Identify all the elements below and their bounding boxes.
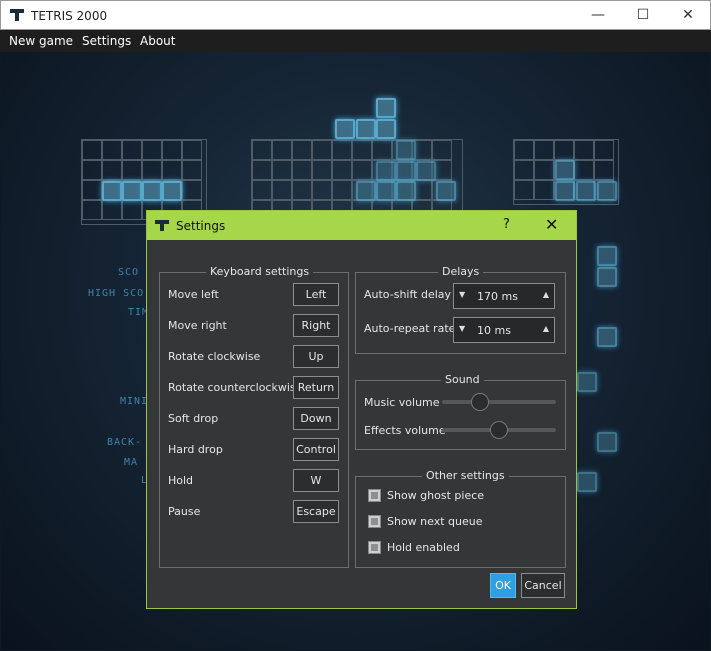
sound-title: Sound [441,373,484,386]
ok-button[interactable]: OK [490,573,516,598]
menu-new-game[interactable]: New game [9,34,73,48]
next-piece-block [597,181,617,201]
next-piece-block [597,432,617,452]
decrement-icon[interactable]: ▼ [459,290,465,299]
ghost-block [416,161,436,181]
move-right-key-button[interactable]: Right [293,314,339,337]
hold-piece-block [122,181,142,201]
hud-back-label: BACK- [107,437,143,448]
hold-piece-block [162,181,182,201]
move-left-label: Move left [168,288,219,301]
rotate-counterclockwise-label: Rotate counterclockwise [168,381,303,394]
keyboard-settings-title: Keyboard settings [206,265,314,278]
next-piece-block [555,160,575,180]
hud-mini-label: MINI [120,396,149,407]
close-dialog-button[interactable]: ✕ [545,215,558,234]
rotate-clockwise-key-button[interactable]: Up [293,345,339,368]
hold-enabled-label[interactable]: Hold enabled [387,541,460,554]
keyboard-settings-group: Keyboard settings Move left Left Move ri… [159,265,349,568]
menu-bar: New game Settings About [0,30,711,52]
falling-piece-block [376,98,396,118]
ghost-block [396,161,416,181]
auto-repeat-rate-value: 10 ms [477,324,511,337]
hold-key-button[interactable]: W [293,469,339,492]
falling-piece-block [376,119,396,139]
auto-shift-delay-spinbox[interactable]: ▼ 170 ms ▲ [453,283,555,309]
hard-drop-label: Hard drop [168,443,223,456]
stack-block [396,181,416,201]
hold-enabled-checkbox[interactable] [368,541,381,554]
ghost-block [396,140,416,160]
show-next-queue-checkbox[interactable] [368,515,381,528]
dialog-title: Settings [176,219,226,233]
pause-key-button[interactable]: Escape [293,500,339,523]
stack-block [356,181,376,201]
soft-drop-label: Soft drop [168,412,219,425]
settings-dialog: Settings ? ✕ Keyboard settings Move left… [146,210,577,609]
close-window-button[interactable]: ✕ [665,1,711,30]
decrement-icon[interactable]: ▼ [459,324,465,333]
menu-about[interactable]: About [140,34,175,48]
effects-volume-slider[interactable] [490,421,508,439]
move-right-label: Move right [168,319,227,332]
help-button[interactable]: ? [503,217,510,232]
auto-repeat-rate-spinbox[interactable]: ▼ 10 ms ▲ [453,317,555,343]
auto-shift-delay-value: 170 ms [477,290,518,303]
increment-icon[interactable]: ▲ [543,290,549,299]
next-piece-block [577,472,597,492]
increment-icon[interactable]: ▲ [543,324,549,333]
effects-volume-label: Effects volume [364,424,446,437]
minimize-button[interactable]: — [575,1,621,30]
tetris-app-icon [155,220,169,231]
hud-score-label: SCO [118,267,140,278]
tetris-app-icon [10,9,24,21]
hud-max-label: MA [124,457,139,468]
auto-shift-delay-label: Auto-shift delay [364,288,452,301]
delays-title: Delays [438,265,484,278]
other-settings-title: Other settings [422,469,509,482]
other-settings-group: Other settings Show ghost piece Show nex… [355,469,566,568]
show-next-queue-label[interactable]: Show next queue [387,515,483,528]
sound-group: Sound Music volume Effects volume [355,373,566,450]
pause-label: Pause [168,505,201,518]
next-piece-block [597,327,617,347]
auto-repeat-rate-label: Auto-repeat rate [364,322,456,335]
hard-drop-key-button[interactable]: Control [293,438,339,461]
show-ghost-piece-label[interactable]: Show ghost piece [387,489,484,502]
music-volume-slider[interactable] [470,393,489,411]
show-ghost-piece-checkbox[interactable] [368,489,381,502]
hold-piece-block [102,181,122,201]
next-piece-block [597,267,617,287]
window-title: TETRIS 2000 [31,9,108,23]
rotate-counterclockwise-key-button[interactable]: Return [293,376,339,399]
cancel-button[interactable]: Cancel [521,573,565,598]
ghost-block [376,161,396,181]
next-piece-block [555,181,575,201]
falling-piece-block [356,119,376,139]
move-left-key-button[interactable]: Left [293,283,339,306]
music-volume-label: Music volume [364,396,440,409]
window-title-bar: TETRIS 2000 — ☐ ✕ [0,0,711,30]
rotate-clockwise-label: Rotate clockwise [168,350,261,363]
hud-high-score-label: HIGH SCO [88,288,145,299]
dialog-title-bar: Settings ? ✕ [147,211,576,240]
delays-group: Delays Auto-shift delay ▼ 170 ms ▲ Auto-… [355,265,566,354]
hold-label: Hold [168,474,194,487]
next-piece-block [597,246,617,266]
stack-block [436,181,456,201]
stack-block [376,181,396,201]
menu-settings[interactable]: Settings [82,34,131,48]
falling-piece-block [335,119,355,139]
hold-piece-block [142,181,162,201]
music-volume-track[interactable] [442,400,556,404]
next-piece-block [576,181,596,201]
maximize-button[interactable]: ☐ [620,1,666,30]
next-piece-block [577,372,597,392]
soft-drop-key-button[interactable]: Down [293,407,339,430]
